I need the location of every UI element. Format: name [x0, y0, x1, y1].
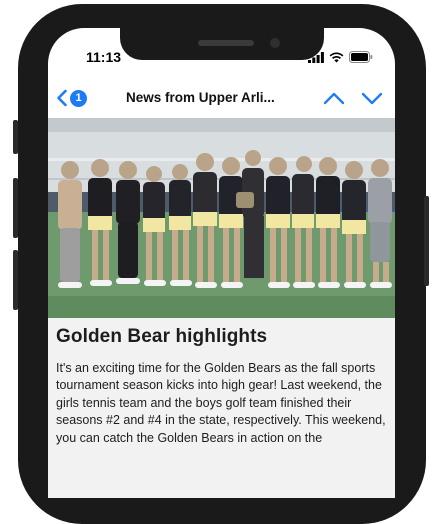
chevron-left-icon	[57, 89, 67, 107]
signal-icon	[308, 51, 324, 63]
status-icons	[308, 50, 373, 64]
status-time: 11:13	[86, 49, 122, 65]
next-button[interactable]	[360, 88, 384, 108]
chevron-up-icon	[323, 92, 345, 105]
power-button	[424, 196, 429, 286]
phone-screen: 11:13 1 News from Upper Arli... Golden B…	[48, 28, 395, 498]
front-camera	[270, 38, 280, 48]
article-body: It's an exciting time for the Golden Bea…	[56, 361, 386, 445]
team-photo-illustration	[48, 118, 395, 318]
battery-icon	[349, 51, 373, 63]
wifi-icon	[329, 51, 344, 62]
previous-button[interactable]	[322, 88, 346, 108]
back-button[interactable]: 1	[56, 86, 87, 110]
mute-switch	[13, 120, 18, 154]
notch	[120, 28, 324, 60]
volume-down-button	[13, 250, 18, 310]
navigation-bar: 1 News from Upper Arli...	[48, 80, 395, 116]
article-card: Golden Bear highlights It's an exciting …	[48, 318, 395, 498]
trophy	[236, 192, 254, 208]
chevron-down-icon	[361, 92, 383, 105]
nav-title: News from Upper Arli...	[126, 90, 275, 105]
volume-up-button	[13, 178, 18, 238]
unread-badge: 1	[70, 89, 87, 107]
speaker	[198, 40, 254, 46]
article-title: Golden Bear highlights	[56, 326, 268, 347]
team-photo	[48, 118, 395, 318]
